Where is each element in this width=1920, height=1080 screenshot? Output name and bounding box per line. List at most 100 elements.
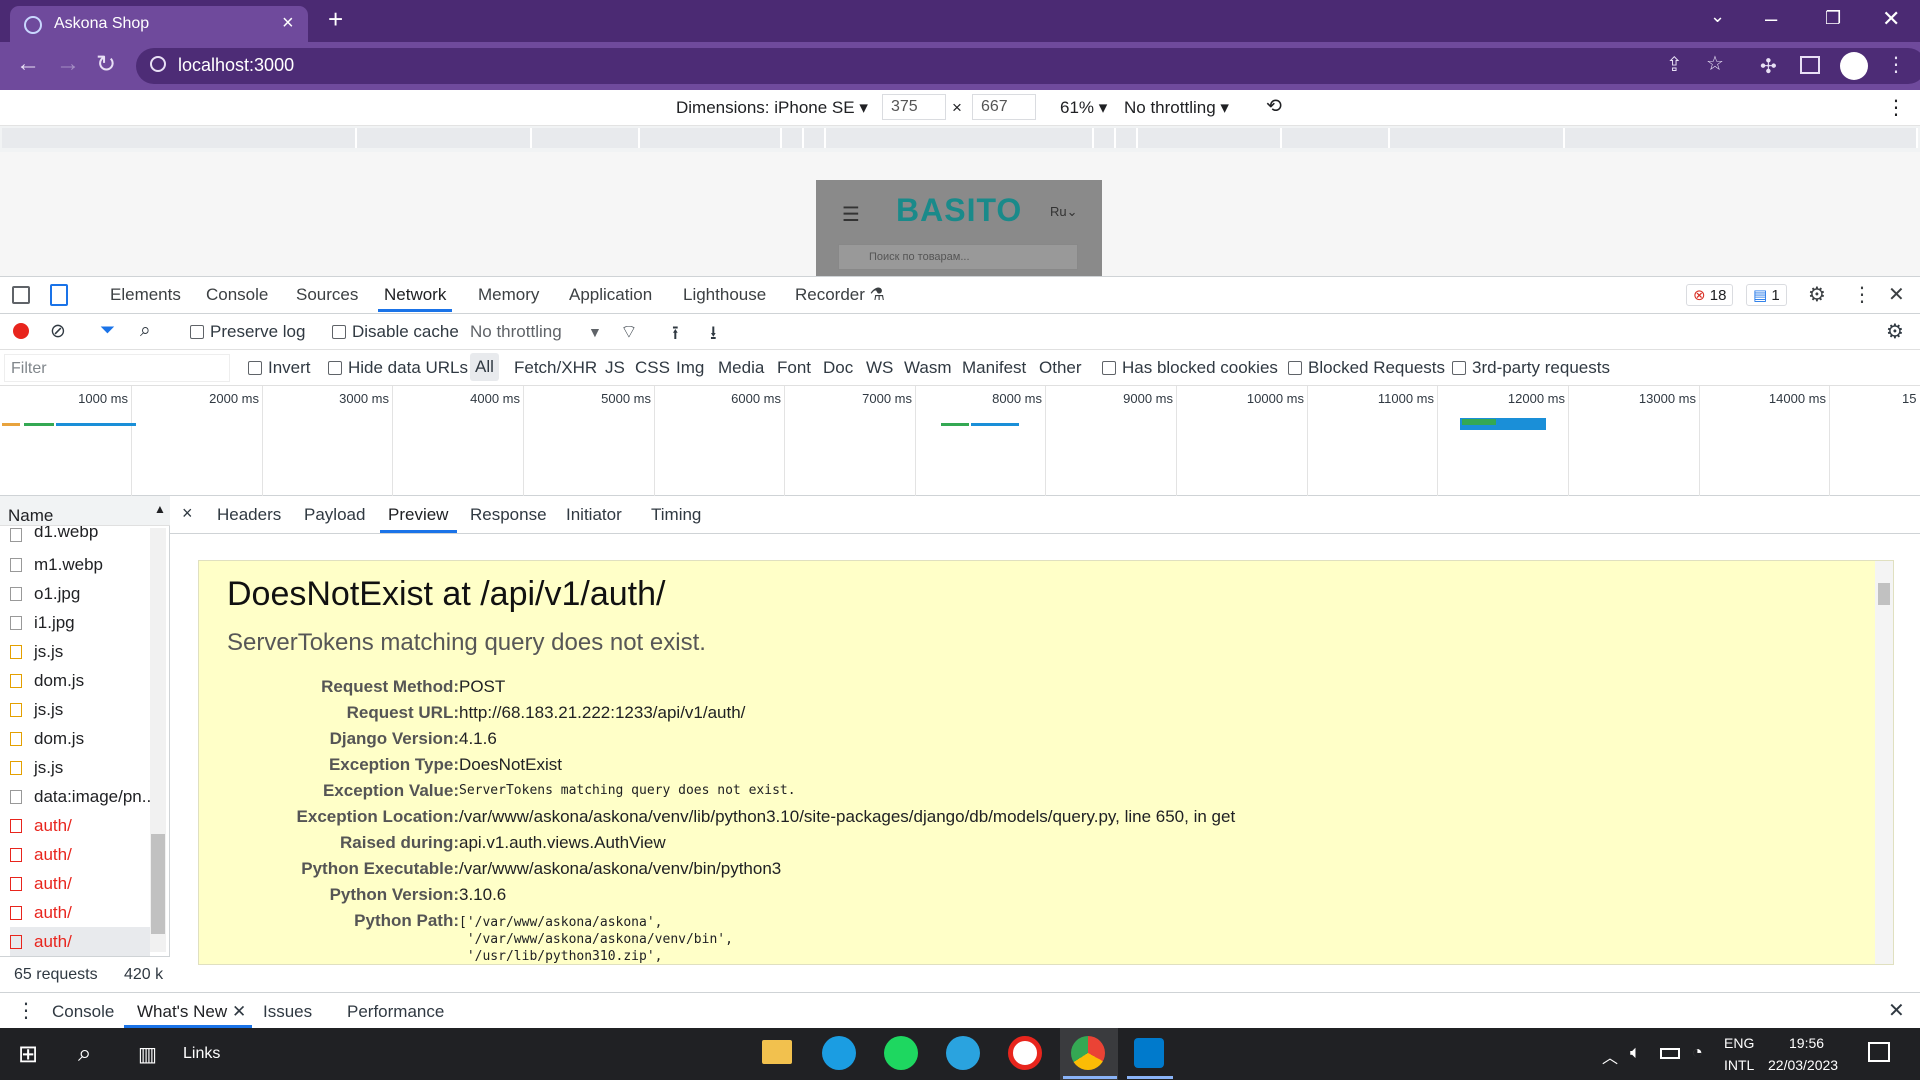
share-icon[interactable]: ⇪ bbox=[1666, 52, 1683, 77]
product-search-input[interactable]: Поиск по товарам... bbox=[838, 244, 1078, 270]
telegram-icon[interactable] bbox=[946, 1036, 980, 1070]
ruler-segment[interactable] bbox=[532, 128, 640, 148]
side-panel-icon[interactable] bbox=[1800, 56, 1820, 74]
devtools-menu-icon[interactable]: ⋮ bbox=[1852, 282, 1872, 307]
restore-icon[interactable]: ❐ bbox=[1825, 8, 1841, 29]
list-item[interactable]: dom.js bbox=[10, 666, 150, 695]
list-item[interactable]: auth/ bbox=[10, 869, 150, 898]
bookmark-star-icon[interactable]: ☆ bbox=[1706, 51, 1724, 76]
list-item[interactable]: dom.js bbox=[10, 724, 150, 753]
ruler-segment[interactable] bbox=[2, 128, 357, 148]
list-item[interactable]: i1.jpg bbox=[10, 608, 150, 637]
list-item[interactable]: auth/ bbox=[10, 927, 150, 956]
list-item[interactable]: o1.jpg bbox=[10, 579, 150, 608]
messages-badge[interactable]: ▤ 1 bbox=[1746, 284, 1787, 306]
ruler-segment[interactable] bbox=[782, 128, 804, 148]
device-toolbar-menu-icon[interactable]: ⋮ bbox=[1886, 95, 1906, 120]
search-icon[interactable]: ⌕ bbox=[78, 1040, 91, 1068]
close-whats-new-icon[interactable]: ✕ bbox=[232, 1002, 246, 1022]
drawer-menu-icon[interactable]: ⋮ bbox=[16, 998, 36, 1023]
ruler-segment[interactable] bbox=[1116, 128, 1138, 148]
scrollbar-thumb[interactable] bbox=[1878, 583, 1890, 605]
throttling-dropdown-icon[interactable]: ▼ bbox=[588, 324, 602, 340]
filter-type-manifest[interactable]: Manifest bbox=[962, 358, 1026, 378]
profile-avatar[interactable] bbox=[1840, 52, 1868, 80]
list-item[interactable]: data:image/pn... bbox=[10, 782, 156, 811]
tab-recorder[interactable]: Recorder ⚗ bbox=[795, 285, 885, 305]
drawer-tab-whats-new[interactable]: What's New bbox=[137, 1002, 227, 1022]
network-conditions-icon[interactable]: ⌔ bbox=[620, 320, 638, 344]
close-window-icon[interactable]: ✕ bbox=[1882, 6, 1900, 32]
emulated-device-screen[interactable]: ☰ BASITO Ru⌄ Поиск по товарам... bbox=[816, 180, 1102, 276]
close-details-icon[interactable]: × bbox=[182, 503, 193, 524]
forward-icon[interactable]: → bbox=[56, 50, 80, 78]
tab-lighthouse[interactable]: Lighthouse bbox=[683, 285, 766, 305]
preserve-log-checkbox[interactable]: Preserve log bbox=[190, 322, 305, 342]
toggle-device-icon[interactable] bbox=[50, 284, 68, 306]
throttling-select[interactable]: No throttling ▾ bbox=[1124, 98, 1229, 118]
rotate-icon[interactable]: ⟲ bbox=[1266, 95, 1282, 118]
links-toolbar[interactable]: Links bbox=[183, 1045, 220, 1063]
search-icon[interactable]: ⌕ bbox=[140, 320, 151, 342]
drawer-tab-issues[interactable]: Issues bbox=[263, 1002, 312, 1022]
list-item[interactable]: auth/ bbox=[10, 898, 150, 927]
network-settings-icon[interactable]: ⚙ bbox=[1886, 319, 1904, 344]
ruler-segment[interactable] bbox=[1282, 128, 1390, 148]
zoom-select[interactable]: 61% ▾ bbox=[1060, 98, 1107, 118]
ruler-segment[interactable] bbox=[804, 128, 826, 148]
tab-payload[interactable]: Payload bbox=[304, 505, 365, 525]
ruler-segment[interactable] bbox=[640, 128, 782, 148]
network-throttling-select[interactable]: No throttling bbox=[470, 322, 562, 342]
filter-type-css[interactable]: CSS bbox=[635, 358, 670, 378]
settings-gear-icon[interactable]: ⚙ bbox=[1808, 282, 1826, 307]
blocked-requests-checkbox[interactable]: Blocked Requests bbox=[1288, 358, 1445, 378]
filter-type-fetch[interactable]: Fetch/XHR bbox=[514, 358, 597, 378]
windows-start-icon[interactable]: ⊞ bbox=[18, 1040, 38, 1069]
filter-type-font[interactable]: Font bbox=[777, 358, 811, 378]
browser-tab[interactable]: Askona Shop × bbox=[10, 6, 308, 42]
record-icon[interactable] bbox=[13, 323, 29, 339]
extensions-icon[interactable]: ✣ bbox=[1760, 54, 1777, 79]
file-explorer-icon[interactable] bbox=[762, 1040, 792, 1064]
edge-icon[interactable] bbox=[822, 1036, 856, 1070]
tab-memory[interactable]: Memory bbox=[478, 285, 539, 305]
task-view-icon[interactable]: ▥ bbox=[138, 1042, 157, 1067]
clear-icon[interactable]: ⊘ bbox=[50, 320, 66, 343]
ruler-segment[interactable] bbox=[1565, 128, 1918, 148]
filter-type-other[interactable]: Other bbox=[1039, 358, 1082, 378]
clock-time[interactable]: 19:56 bbox=[1789, 1035, 1824, 1051]
notification-icon[interactable] bbox=[1868, 1042, 1890, 1062]
filter-type-img[interactable]: Img bbox=[676, 358, 704, 378]
tab-timing[interactable]: Timing bbox=[651, 505, 701, 525]
tab-response[interactable]: Response bbox=[470, 505, 547, 525]
inspect-element-icon[interactable] bbox=[12, 286, 30, 304]
close-drawer-icon[interactable]: ✕ bbox=[1888, 998, 1905, 1023]
ruler-segment[interactable] bbox=[1138, 128, 1282, 148]
import-har-icon[interactable]: ⭱ bbox=[672, 319, 679, 351]
invert-checkbox[interactable]: Invert bbox=[248, 358, 311, 378]
language-select[interactable]: Ru⌄ bbox=[1050, 204, 1078, 220]
drawer-tab-console[interactable]: Console bbox=[52, 1002, 114, 1022]
tab-application[interactable]: Application bbox=[569, 285, 652, 305]
browser-menu-icon[interactable]: ⋮ bbox=[1886, 52, 1906, 77]
language-secondary[interactable]: INTL bbox=[1724, 1057, 1754, 1073]
list-item[interactable]: js.js bbox=[10, 753, 150, 782]
list-item[interactable]: m1.webp bbox=[10, 550, 150, 579]
width-input[interactable]: 375 bbox=[882, 94, 946, 120]
battery-icon[interactable] bbox=[1660, 1048, 1680, 1059]
tab-search-icon[interactable]: ⌄ bbox=[1710, 6, 1725, 27]
vscode-icon[interactable] bbox=[1134, 1038, 1164, 1068]
disable-cache-checkbox[interactable]: Disable cache bbox=[332, 322, 459, 342]
chrome-icon[interactable] bbox=[1071, 1036, 1105, 1070]
clock-date[interactable]: 22/03/2023 bbox=[1768, 1057, 1838, 1073]
hamburger-menu-icon[interactable]: ☰ bbox=[842, 202, 860, 227]
list-item[interactable]: js.js bbox=[10, 637, 150, 666]
filter-icon[interactable]: ⏷ bbox=[100, 320, 115, 342]
reload-icon[interactable]: ↻ bbox=[96, 50, 116, 79]
new-tab-button[interactable]: + bbox=[328, 4, 343, 35]
site-info-icon[interactable] bbox=[150, 56, 166, 72]
filter-type-media[interactable]: Media bbox=[718, 358, 764, 378]
list-item[interactable]: auth/ bbox=[10, 840, 150, 869]
volume-icon[interactable]: 🔈︎ bbox=[1630, 1042, 1641, 1063]
minimize-icon[interactable]: – bbox=[1765, 6, 1777, 32]
